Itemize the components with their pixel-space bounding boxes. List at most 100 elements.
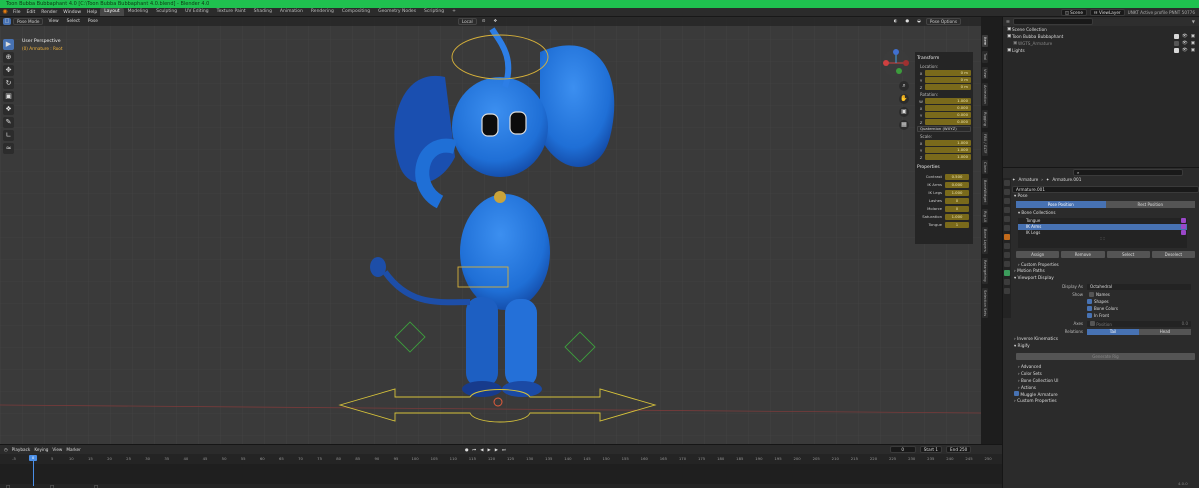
eye-icon[interactable] xyxy=(1181,224,1186,229)
outliner-search-input[interactable] xyxy=(1012,18,1093,25)
cursor-tool-icon[interactable]: ⊕ xyxy=(3,52,14,63)
relation-tail-button[interactable]: Tail xyxy=(1087,328,1139,335)
navigation-gizmo-icon[interactable] xyxy=(880,47,912,79)
object-tab-icon[interactable] xyxy=(1004,234,1010,240)
end-frame-field[interactable]: End 250 xyxy=(946,446,972,453)
custom-properties-2-header[interactable]: › Custom Properties xyxy=(1012,398,1199,405)
overlay-icon[interactable]: ◐ xyxy=(891,19,901,24)
menu-timeline-view[interactable]: View xyxy=(52,447,62,452)
blender-logo-icon[interactable]: ◉ xyxy=(0,8,10,16)
add-workspace-button[interactable]: + xyxy=(448,8,460,16)
eye-icon[interactable] xyxy=(1181,230,1186,235)
rigify-color-sets-header[interactable]: › Color Sets xyxy=(1012,370,1199,377)
select-button[interactable]: Select xyxy=(1106,251,1150,258)
rigify-header[interactable]: ▾ Rigify xyxy=(1012,343,1199,350)
prop-saturation-field[interactable]: 1.000 xyxy=(945,213,969,220)
move-tool-icon[interactable]: ✥ xyxy=(3,65,14,76)
menu-render[interactable]: Render xyxy=(38,10,60,15)
menu-edit[interactable]: Edit xyxy=(24,10,39,15)
armature-data-tab-icon[interactable] xyxy=(1004,270,1010,276)
deselect-button[interactable]: Deselect xyxy=(1151,251,1195,258)
shading-material-icon[interactable]: ◒ xyxy=(914,19,924,24)
location-y-field[interactable]: 0 m xyxy=(925,77,971,83)
display-as-select[interactable]: Octahedral xyxy=(1087,283,1191,290)
location-z-field[interactable]: 0 m xyxy=(925,84,971,90)
sidebar-tab-rigging[interactable]: Rigging xyxy=(982,110,988,129)
camera-render-icon[interactable]: ▣ xyxy=(1191,48,1195,53)
location-x-field[interactable]: 0 m xyxy=(925,70,971,76)
shading-solid-icon[interactable]: ● xyxy=(902,19,912,24)
jump-start-icon[interactable]: ⏮ xyxy=(473,447,477,452)
workspace-tab-layout[interactable]: Layout xyxy=(100,8,124,16)
menu-window[interactable]: Window xyxy=(60,10,84,15)
menu-pose[interactable]: Pose xyxy=(85,19,101,24)
armature-data-name-field[interactable]: Armature.001 xyxy=(1012,185,1199,193)
scale-z-field[interactable]: 1.000 xyxy=(925,154,971,160)
bone-colors-checkbox[interactable] xyxy=(1087,306,1092,311)
exclude-checkbox[interactable] xyxy=(1174,41,1180,46)
workspace-tab-modeling[interactable]: Modeling xyxy=(124,8,152,16)
menu-file[interactable]: File xyxy=(10,10,24,15)
pan-hand-icon[interactable]: ✋ xyxy=(899,94,909,104)
scale-x-field[interactable]: 1.000 xyxy=(925,140,971,146)
prop-lashes-field[interactable]: 0 xyxy=(945,197,969,204)
sidebar-tab-selection-sets[interactable]: Selection Sets xyxy=(982,287,988,318)
shapes-checkbox[interactable] xyxy=(1087,299,1092,304)
sidebar-tab-bonewidget[interactable]: BoneWidget xyxy=(982,178,988,205)
sidebar-tab-fbx-gltf[interactable]: FBX / GLTF xyxy=(982,132,988,156)
exclude-checkbox[interactable] xyxy=(1174,34,1180,39)
measure-tool-icon[interactable]: ∟ xyxy=(3,130,14,141)
scene-collection-row[interactable]: ▣ Scene Collection xyxy=(1003,26,1199,33)
physics-tab-icon[interactable] xyxy=(1004,252,1010,258)
zoom-icon[interactable]: ⌕ xyxy=(899,81,909,91)
axes-position-field[interactable]: Position 0.0 xyxy=(1087,320,1191,327)
jump-end-icon[interactable]: ⏭ xyxy=(502,447,506,452)
bone-collection-ik-legs[interactable]: IK Legs xyxy=(1018,230,1187,236)
workspace-tab-scripting[interactable]: Scripting xyxy=(420,8,448,16)
prop-molarce-field[interactable]: 0 xyxy=(945,205,969,212)
viewport-scene[interactable] xyxy=(0,17,981,444)
sidebar-tab-clone[interactable]: Clone xyxy=(982,159,988,175)
pose-options-button[interactable]: Pose Options xyxy=(925,18,961,25)
world-tab-icon[interactable] xyxy=(1004,225,1010,231)
prop-ik-arms-field[interactable]: 0.000 xyxy=(945,181,969,188)
menu-marker[interactable]: Marker xyxy=(66,447,80,452)
select-box-icon[interactable]: □ xyxy=(3,18,11,25)
pose-position-button[interactable]: Pose Position xyxy=(1016,201,1106,208)
viewport-display-header[interactable]: ▾ Viewport Display xyxy=(1012,275,1199,282)
sidebar-tab-tool[interactable]: Tool xyxy=(982,51,988,63)
rigify-actions-header[interactable]: › Actions xyxy=(1012,384,1199,391)
outliner-item-wgts[interactable]: ▣ WGTS_Armature 👁 ▣ xyxy=(1003,40,1199,47)
sidebar-tab-retargeting[interactable]: Retargeting xyxy=(982,258,988,284)
rotation-w-field[interactable]: 1.000 xyxy=(925,98,971,104)
camera-render-icon[interactable]: ▣ xyxy=(1191,34,1195,39)
menu-keying[interactable]: Keying xyxy=(34,447,48,452)
transform-orientation-selector[interactable]: Local xyxy=(457,18,477,25)
rotation-mode-select[interactable]: Quaternion (WXYZ) xyxy=(917,126,971,132)
grid-icon[interactable]: ▦ xyxy=(899,120,909,130)
names-checkbox[interactable] xyxy=(1089,292,1094,297)
constraint-tab-icon[interactable] xyxy=(1004,261,1010,267)
timeline-editor-type-icon[interactable]: ◷ xyxy=(4,447,8,452)
camera-render-icon[interactable]: ▣ xyxy=(1191,41,1195,46)
outliner-editor-icon[interactable]: ☰ xyxy=(1006,19,1010,24)
current-frame-field[interactable]: 0 xyxy=(889,446,916,453)
generate-rig-button[interactable]: Generate Rig xyxy=(1016,353,1195,360)
render-tab-icon[interactable] xyxy=(1004,189,1010,195)
assign-button[interactable]: Assign xyxy=(1016,251,1060,258)
tool-tab-icon[interactable] xyxy=(1004,180,1010,186)
workspace-tab-sculpting[interactable]: Sculpting xyxy=(152,8,181,16)
menu-view[interactable]: View xyxy=(45,19,61,24)
select-tool-icon[interactable]: ▶ xyxy=(3,39,14,50)
relax-pose-tool-icon[interactable]: ≈ xyxy=(3,143,14,154)
transform-tool-icon[interactable]: ❖ xyxy=(3,104,14,115)
prev-key-icon[interactable]: ◀ xyxy=(480,447,483,452)
sidebar-tab-bone-layers[interactable]: Bone Layers xyxy=(982,227,988,255)
workspace-tab-uv-editing[interactable]: UV Editing xyxy=(181,8,212,16)
custom-properties-header[interactable]: › Custom Properties xyxy=(1012,261,1199,268)
outliner-item-toon-bubba[interactable]: ▣ Toon Bubba Bubbaphant 👁 ▣ xyxy=(1003,33,1199,40)
output-tab-icon[interactable] xyxy=(1004,198,1010,204)
workspace-tab-animation[interactable]: Animation xyxy=(276,8,307,16)
eye-icon[interactable] xyxy=(1181,218,1186,223)
rotation-z-field[interactable]: 0.000 xyxy=(925,119,971,125)
